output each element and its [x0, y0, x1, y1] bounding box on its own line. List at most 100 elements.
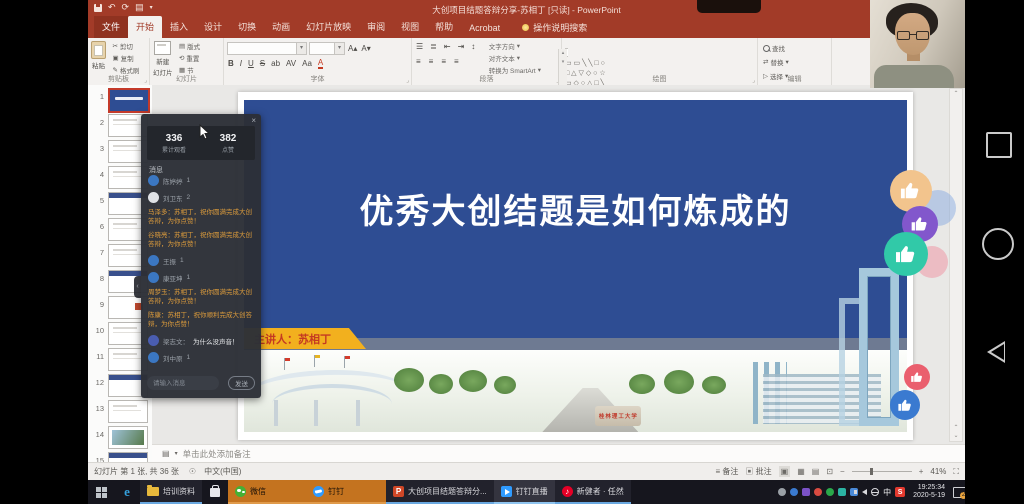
send-button[interactable]: 发送	[228, 376, 255, 390]
fit-slide-button[interactable]: ⛶	[953, 467, 959, 477]
justify-button[interactable]: ≡	[454, 57, 459, 66]
zoom-slider[interactable]	[852, 471, 912, 472]
tab-design[interactable]: 设计	[196, 16, 230, 38]
store-button[interactable]	[202, 480, 228, 504]
tab-acrobat[interactable]: Acrobat	[461, 19, 508, 38]
tab-transitions[interactable]: 切换	[230, 16, 264, 38]
save-icon[interactable]	[94, 4, 102, 12]
reset-button[interactable]: ⟲重置	[179, 53, 200, 63]
font-family-select[interactable]: ▾	[227, 42, 307, 55]
zoom-in-button[interactable]: +	[919, 467, 924, 476]
thumbnail-slide-15[interactable]	[108, 452, 148, 462]
italic-button[interactable]: I	[240, 59, 242, 68]
taskbar-clock[interactable]: 19:25:34 2020-5-19	[909, 484, 949, 501]
notes-bar[interactable]: ▤ ▾ 单击此处添加备注	[152, 444, 965, 462]
message-list[interactable]: 陈婷婷1 刘卫东2 马泽多：苏相丁，祝你圆满完成大创答辩，为你点赞！ 谷晓亮：苏…	[148, 175, 256, 368]
tray-user-icon[interactable]	[778, 488, 786, 496]
start-button[interactable]	[88, 480, 114, 504]
copy-button[interactable]: ▣复制	[112, 53, 139, 63]
thumbnail-slide-13[interactable]	[108, 400, 148, 423]
tray-netease-icon[interactable]	[814, 488, 822, 496]
drawing-dialog-launcher[interactable]: ⌟	[752, 77, 755, 84]
shrink-font-icon[interactable]: A▾	[361, 44, 370, 53]
align-center-button[interactable]: ≡	[429, 57, 434, 66]
strikethrough-button[interactable]: S	[260, 59, 265, 68]
reading-view-button[interactable]: ▤	[812, 467, 820, 476]
tab-view[interactable]: 视图	[393, 16, 427, 38]
taskbar-item-folder[interactable]: 培训资料	[140, 480, 202, 504]
tab-insert[interactable]: 插入	[162, 16, 196, 38]
slideshow-view-button[interactable]: ⊡	[826, 467, 833, 476]
slideshow-icon[interactable]: ▤	[135, 2, 144, 13]
font-size-select[interactable]: ▾	[309, 42, 345, 55]
ime-indicator[interactable]: 中	[883, 487, 891, 498]
zoom-slider-thumb[interactable]	[870, 468, 873, 475]
notes-placeholder[interactable]: 单击此处添加备注	[183, 448, 251, 460]
thumbnail-row[interactable]: 14	[88, 423, 152, 449]
tab-home[interactable]: 开始	[128, 16, 162, 38]
font-color-button[interactable]: A	[318, 58, 323, 69]
panel-collapse-tab[interactable]: ‹	[134, 276, 141, 298]
close-icon[interactable]: ×	[251, 116, 256, 125]
decrease-indent-button[interactable]: ⇤	[444, 42, 451, 51]
home-button[interactable]	[982, 228, 1014, 260]
thumbnail-row[interactable]: 15	[88, 449, 152, 462]
tray-shield-icon[interactable]	[802, 488, 810, 496]
tab-slideshow[interactable]: 幻灯片放映	[298, 16, 359, 38]
character-spacing-button[interactable]: AV	[286, 59, 296, 68]
increase-indent-button[interactable]: ⇥	[458, 42, 465, 51]
edge-button[interactable]: e	[114, 480, 140, 504]
find-button[interactable]: 查找	[763, 43, 789, 53]
presenter-webcam[interactable]	[870, 0, 965, 88]
back-button[interactable]	[987, 341, 1005, 363]
new-slide-button[interactable]: 新建 幻灯片	[153, 41, 173, 77]
text-direction-button[interactable]: 文字方向▾	[489, 41, 541, 51]
taskbar-item-dingtalk[interactable]: 钉钉	[306, 480, 386, 504]
tab-help[interactable]: 帮助	[427, 16, 461, 38]
taskbar-item-music[interactable]: ♪新健者 · 任然	[555, 480, 631, 504]
tell-me-search[interactable]: 操作说明搜索	[522, 21, 587, 38]
previous-slide-button[interactable]: ⌃	[953, 425, 958, 431]
tray-app-icon-blue[interactable]	[790, 488, 798, 496]
cut-button[interactable]: ✂剪切	[112, 41, 139, 51]
tab-animations[interactable]: 动画	[264, 16, 298, 38]
underline-button[interactable]: U	[248, 59, 254, 68]
font-dialog-launcher[interactable]: ⌟	[406, 77, 409, 84]
notes-dropdown-icon[interactable]: ▾	[175, 450, 178, 457]
align-right-button[interactable]: ≡	[441, 57, 446, 66]
language-indicator[interactable]: 中文(中国)	[204, 466, 241, 477]
numbering-button[interactable]: ≣	[430, 42, 437, 51]
redo-icon[interactable]: ⟳	[122, 2, 130, 13]
bold-button[interactable]: B	[228, 59, 234, 68]
network-icon[interactable]	[871, 488, 879, 496]
taskbar-item-wechat[interactable]: 微信	[228, 480, 306, 504]
undo-icon[interactable]: ↶	[108, 2, 116, 13]
normal-view-button[interactable]: ▣	[779, 466, 791, 477]
sogou-input-icon[interactable]: S	[895, 487, 905, 497]
zoom-level[interactable]: 41%	[930, 467, 946, 476]
align-text-button[interactable]: 对齐文本▾	[489, 53, 541, 63]
paste-button[interactable]: 粘贴	[91, 41, 106, 70]
zoom-out-button[interactable]: −	[840, 467, 845, 476]
tab-review[interactable]: 审阅	[359, 16, 393, 38]
tab-file[interactable]: 文件	[94, 16, 128, 38]
volume-icon[interactable]	[862, 489, 867, 495]
recents-button[interactable]	[986, 132, 1012, 158]
thumbnail-row[interactable]: 13	[88, 397, 152, 423]
scroll-up-icon[interactable]: ⌃	[950, 90, 962, 97]
tray-wechat-icon[interactable]	[826, 488, 834, 496]
qat-customize-icon[interactable]: ▾	[150, 4, 153, 11]
taskbar-item-powerpoint[interactable]: P大创项目结题答辩分...	[386, 480, 494, 504]
layout-button[interactable]: ▤版式	[179, 41, 200, 51]
align-left-button[interactable]: ≡	[416, 57, 421, 66]
slide-sorter-view-button[interactable]: ▦	[797, 467, 805, 476]
line-spacing-button[interactable]: ↕	[471, 42, 475, 51]
tray-app-icon-teal[interactable]	[838, 488, 846, 496]
clipboard-dialog-launcher[interactable]: ⌟	[144, 77, 147, 84]
text-shadow-button[interactable]: ab	[271, 59, 280, 68]
replace-button[interactable]: ⇄替换▾	[763, 57, 789, 67]
next-slide-button[interactable]: ⌄	[953, 433, 958, 439]
bullets-button[interactable]: ☰	[416, 42, 423, 51]
thumbnail-slide-1[interactable]	[108, 88, 150, 113]
notes-toggle-button[interactable]: ≡ 备注	[716, 466, 739, 477]
